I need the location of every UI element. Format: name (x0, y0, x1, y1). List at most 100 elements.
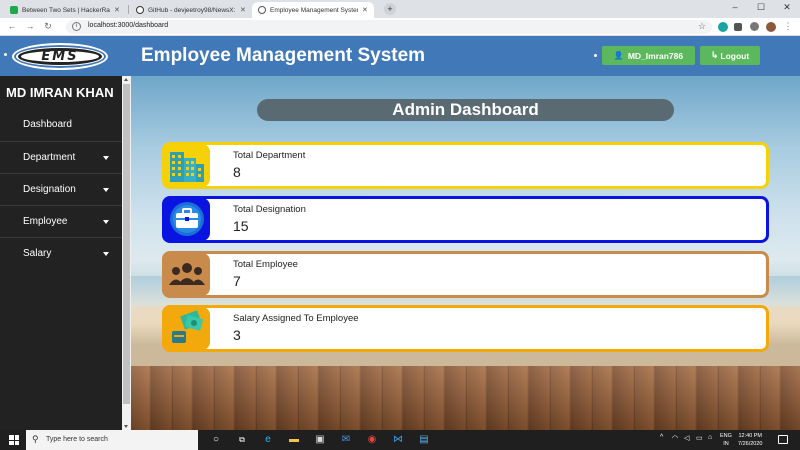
sidebar-item-label: Employee (23, 216, 68, 227)
windows-taskbar: ⚲ Type here to search ○ ⧉ e ▬ ▣ ✉ ◉ ⋈ ▤ … (0, 430, 800, 450)
sidebar-item-dashboard[interactable]: Dashboard (0, 109, 122, 141)
edge-browser-icon[interactable]: e (262, 434, 274, 446)
forward-arrow-icon[interactable]: → (24, 21, 36, 31)
info-icon[interactable]: i (72, 22, 81, 31)
search-icon: ⚲ (32, 434, 39, 444)
sidebar-item-label: Designation (23, 184, 76, 195)
sidebar-item-label: Dashboard (23, 119, 72, 130)
tab-title: Between Two Sets | HackerRank (22, 6, 110, 14)
user-icon: 👤 (613, 51, 624, 60)
logo-text: EMS (41, 49, 79, 64)
taskbar-search-box[interactable]: ⚲ Type here to search (26, 430, 198, 450)
media-control-icon[interactable] (750, 22, 759, 31)
back-arrow-icon[interactable]: ← (6, 21, 18, 31)
volume-icon[interactable]: ◁ (684, 434, 689, 442)
dashboard-main: Admin Dashboard Total Department 8 Total… (131, 76, 800, 430)
salary-assigned-card[interactable]: Salary Assigned To Employee 3 (162, 305, 769, 352)
caret-down-icon (103, 252, 109, 256)
browser-tab-hackerrank[interactable]: Between Two Sets | HackerRank ✕ (4, 2, 126, 18)
card-label: Total Department (233, 150, 306, 161)
minimize-button[interactable]: – (722, 2, 748, 12)
region-code: IN (723, 441, 729, 447)
tab-separator (128, 5, 129, 14)
scroll-thumb[interactable] (123, 84, 130, 404)
user-label: MD_Imran786 (627, 50, 684, 61)
browser-toolbar: ← → ↻ i localhost:3000/dashboard ☆ ⋮ (0, 18, 800, 36)
language-indicator[interactable]: ENG IN (720, 432, 732, 448)
task-view-icon[interactable]: ⧉ (236, 434, 248, 446)
card-label: Salary Assigned To Employee (233, 313, 359, 324)
sidebar-scrollbar[interactable] (122, 76, 131, 430)
file-explorer-icon[interactable]: ▬ (288, 434, 300, 446)
card-value: 7 (233, 273, 241, 289)
new-tab-button[interactable]: + (384, 3, 396, 15)
bullet-dot (594, 54, 597, 57)
logout-button[interactable]: ↳ Logout (700, 46, 760, 65)
clock-date: 7/26/2020 (738, 441, 763, 447)
github-favicon-icon (136, 6, 144, 14)
logout-label: Logout (720, 50, 750, 61)
sidebar-item-label: Salary (23, 248, 52, 259)
users-group-icon (164, 253, 210, 296)
address-bar[interactable]: i localhost:3000/dashboard ☆ (66, 20, 712, 34)
chrome-icon[interactable]: ◉ (366, 434, 378, 446)
puzzle-extension-icon[interactable] (734, 23, 742, 31)
network-icon[interactable]: ⌂ (708, 434, 712, 441)
url-text[interactable]: localhost:3000/dashboard (88, 22, 168, 29)
store-icon[interactable]: ▣ (314, 434, 326, 446)
reload-icon[interactable]: ↻ (42, 21, 54, 32)
caret-down-icon (103, 188, 109, 192)
tab-title: GitHub - devjeetroy98/NewsX: Th (148, 6, 236, 14)
ems-logo[interactable]: EMS (12, 43, 108, 70)
sidebar: MD IMRAN KHAN Dashboard Department Desig… (0, 76, 122, 430)
vscode-icon[interactable]: ⋈ (392, 434, 404, 446)
photos-icon[interactable]: ▤ (418, 434, 430, 446)
total-employee-card[interactable]: Total Employee 7 (162, 251, 769, 298)
notification-center-icon[interactable] (778, 435, 788, 444)
tab-title: Employee Management System (270, 6, 358, 14)
close-tab-icon[interactable]: ✕ (240, 6, 246, 14)
deck-shade (131, 366, 800, 430)
globe-favicon-icon (258, 6, 266, 14)
bullet-dot (4, 53, 7, 56)
logout-icon: ↳ (710, 50, 719, 60)
cortana-icon[interactable]: ○ (210, 434, 222, 446)
mail-icon[interactable]: ✉ (340, 434, 352, 446)
browser-tab-github[interactable]: GitHub - devjeetroy98/NewsX: Th ✕ (130, 2, 252, 18)
wifi-icon[interactable]: ◠ (672, 434, 678, 442)
sidebar-item-department[interactable]: Department (0, 141, 122, 173)
clock-time: 12:40 PM (738, 433, 762, 439)
user-profile-button[interactable]: 👤 MD_Imran786 (602, 46, 695, 65)
total-designation-card[interactable]: Total Designation 15 (162, 196, 769, 243)
browser-tab-ems[interactable]: Employee Management System ✕ (252, 2, 374, 18)
briefcase-icon (164, 198, 210, 241)
battery-icon[interactable]: ▭ (696, 434, 703, 442)
close-tab-icon[interactable]: ✕ (362, 6, 368, 14)
browser-tab-bar: Between Two Sets | HackerRank ✕ GitHub -… (0, 0, 800, 18)
maximize-button[interactable]: ☐ (748, 2, 774, 13)
taskbar-clock[interactable]: 12:40 PM 7/26/2020 (738, 432, 762, 448)
caret-down-icon (103, 220, 109, 224)
kebab-menu-icon[interactable]: ⋮ (782, 21, 794, 32)
close-window-button[interactable]: ✕ (774, 2, 800, 13)
scroll-down-arrow-icon[interactable] (124, 425, 128, 428)
card-value: 8 (233, 164, 241, 180)
building-icon (164, 144, 210, 187)
search-placeholder: Type here to search (46, 436, 108, 443)
card-label: Total Designation (233, 204, 306, 215)
tray-chevron-icon[interactable]: ^ (660, 434, 663, 441)
extension-icon[interactable] (718, 22, 728, 32)
total-department-card[interactable]: Total Department 8 (162, 142, 769, 189)
card-value: 15 (233, 218, 249, 234)
sidebar-item-salary[interactable]: Salary (0, 237, 122, 269)
card-value: 3 (233, 327, 241, 343)
card-label: Total Employee (233, 259, 298, 270)
bookmark-star-icon[interactable]: ☆ (698, 21, 706, 32)
scroll-up-arrow-icon[interactable] (124, 78, 128, 81)
sidebar-item-label: Department (23, 152, 76, 163)
sidebar-item-employee[interactable]: Employee (0, 205, 122, 237)
sidebar-item-designation[interactable]: Designation (0, 173, 122, 205)
close-tab-icon[interactable]: ✕ (114, 6, 120, 14)
profile-avatar[interactable] (766, 22, 776, 32)
windows-start-icon[interactable] (9, 435, 19, 445)
